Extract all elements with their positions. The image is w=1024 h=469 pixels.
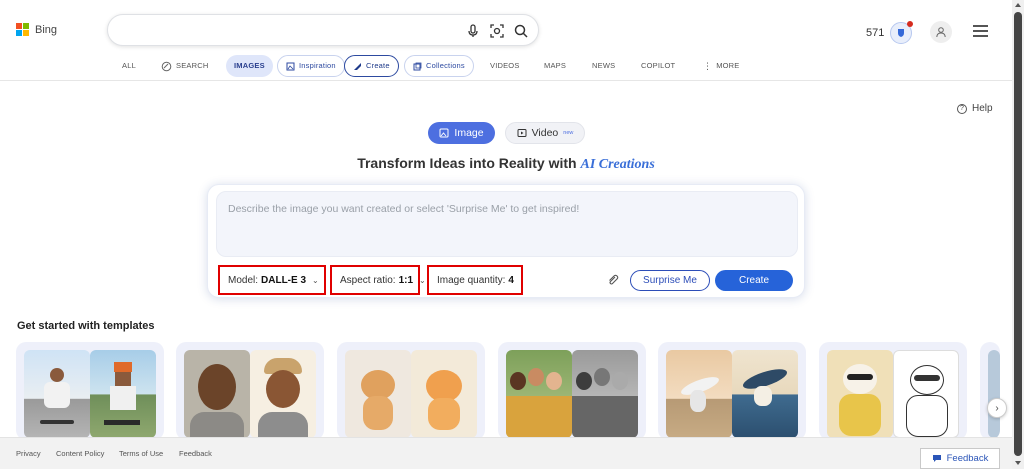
- template-image-styled: [250, 350, 316, 438]
- chevron-down-icon: ⌄: [419, 275, 426, 285]
- rewards-points: 571: [866, 27, 885, 39]
- tab-video[interactable]: Video new: [505, 122, 585, 144]
- user-icon[interactable]: [930, 21, 952, 43]
- top-header: Bing 571 ALL SEARCH IMAGES Inspiration C…: [0, 0, 1012, 81]
- feedback-icon: [932, 455, 941, 462]
- microsoft-logo-icon: [16, 23, 29, 36]
- search-input[interactable]: [124, 21, 454, 41]
- template-card-partial[interactable]: [980, 342, 1000, 440]
- template-card-cat-sunglasses[interactable]: [819, 342, 967, 440]
- image-quantity-select[interactable]: Image quantity: 4: [427, 265, 523, 295]
- nav-more[interactable]: ⋮ MORE: [703, 55, 740, 77]
- nav-images[interactable]: IMAGES: [226, 55, 273, 77]
- video-icon: [517, 129, 527, 137]
- page-headline: Transform Ideas into Reality with AI Cre…: [357, 155, 655, 172]
- template-image-photo: [184, 350, 250, 438]
- prompt-textarea[interactable]: Describe the image you want created or s…: [216, 191, 798, 257]
- nav-inspiration[interactable]: Inspiration: [277, 55, 345, 77]
- nav-maps[interactable]: MAPS: [544, 55, 566, 77]
- rewards-button[interactable]: 571: [866, 21, 914, 44]
- menu-icon[interactable]: [973, 25, 988, 37]
- scroll-thumb[interactable]: [1014, 12, 1022, 456]
- prompt-placeholder: Describe the image you want created or s…: [228, 203, 580, 215]
- attach-icon[interactable]: [606, 273, 620, 287]
- template-image-photo: [506, 350, 572, 438]
- template-image-photo: [827, 350, 893, 438]
- headline-accent: AI Creations: [580, 157, 655, 172]
- footer-link-feedback[interactable]: Feedback: [179, 449, 212, 458]
- template-image-styled: [572, 350, 638, 438]
- scroll-down-icon[interactable]: [1015, 461, 1021, 465]
- chevron-down-icon: ⌄: [312, 275, 319, 285]
- chevron-right-icon[interactable]: ›: [987, 398, 1007, 418]
- footer-link-privacy[interactable]: Privacy: [16, 449, 41, 458]
- template-card-friends[interactable]: [498, 342, 646, 440]
- template-image-styled: [732, 350, 798, 438]
- templates-heading: Get started with templates: [17, 320, 155, 332]
- template-image-styled: [90, 350, 156, 438]
- tab-image[interactable]: Image: [428, 122, 495, 144]
- feedback-button[interactable]: Feedback: [920, 448, 1000, 469]
- template-image-photo: [666, 350, 732, 438]
- template-image-photo: [345, 350, 411, 438]
- footer-link-terms[interactable]: Terms of Use: [119, 449, 163, 458]
- visual-search-icon[interactable]: [489, 23, 505, 39]
- search-nav: ALL SEARCH IMAGES Inspiration Create Col…: [0, 55, 1012, 77]
- nav-create[interactable]: Create: [344, 55, 399, 77]
- more-dots-icon: ⋮: [703, 61, 713, 71]
- vertical-scrollbar[interactable]: [1012, 0, 1024, 469]
- logo-text: Bing: [35, 23, 58, 36]
- template-card-portrait[interactable]: [176, 342, 324, 440]
- nav-videos[interactable]: VIDEOS: [490, 55, 520, 77]
- nav-search[interactable]: SEARCH: [161, 55, 208, 77]
- inspiration-icon: [286, 62, 295, 70]
- image-icon: [439, 128, 449, 138]
- rewards-icon: [890, 21, 914, 44]
- footer-link-content-policy[interactable]: Content Policy: [56, 449, 104, 458]
- template-card-kitten[interactable]: [337, 342, 485, 440]
- model-select[interactable]: Model: DALL-E 3 ⌄: [218, 265, 326, 295]
- template-image-photo: [24, 350, 90, 438]
- scroll-up-icon[interactable]: [1015, 3, 1021, 7]
- search-icon[interactable]: [513, 23, 529, 39]
- template-card-skateboarder[interactable]: [16, 342, 164, 440]
- microphone-icon[interactable]: [465, 23, 481, 39]
- notification-dot: [907, 21, 914, 27]
- template-image-photo: [988, 350, 1000, 438]
- template-image-styled: [893, 350, 959, 438]
- create-icon: [354, 62, 361, 70]
- page-footer: Privacy Content Policy Terms of Use Feed…: [0, 437, 1012, 469]
- template-card-seagull[interactable]: [658, 342, 806, 440]
- surprise-me-button[interactable]: Surprise Me: [630, 270, 710, 291]
- nav-all[interactable]: ALL: [122, 55, 136, 77]
- new-badge: new: [563, 130, 574, 136]
- template-image-styled: [411, 350, 477, 438]
- help-icon: ?: [957, 103, 967, 114]
- aspect-ratio-select[interactable]: Aspect ratio: 1:1 ⌄: [330, 265, 426, 295]
- bing-logo[interactable]: Bing: [16, 23, 57, 36]
- nav-collections[interactable]: Collections: [404, 55, 474, 77]
- search-box[interactable]: [107, 14, 539, 46]
- help-link[interactable]: ? Help: [957, 103, 993, 114]
- collections-icon: [413, 62, 422, 70]
- create-button[interactable]: Create: [715, 270, 793, 291]
- copilot-search-icon: [161, 61, 172, 71]
- nav-news[interactable]: NEWS: [592, 55, 615, 77]
- nav-copilot[interactable]: COPILOT: [641, 55, 675, 77]
